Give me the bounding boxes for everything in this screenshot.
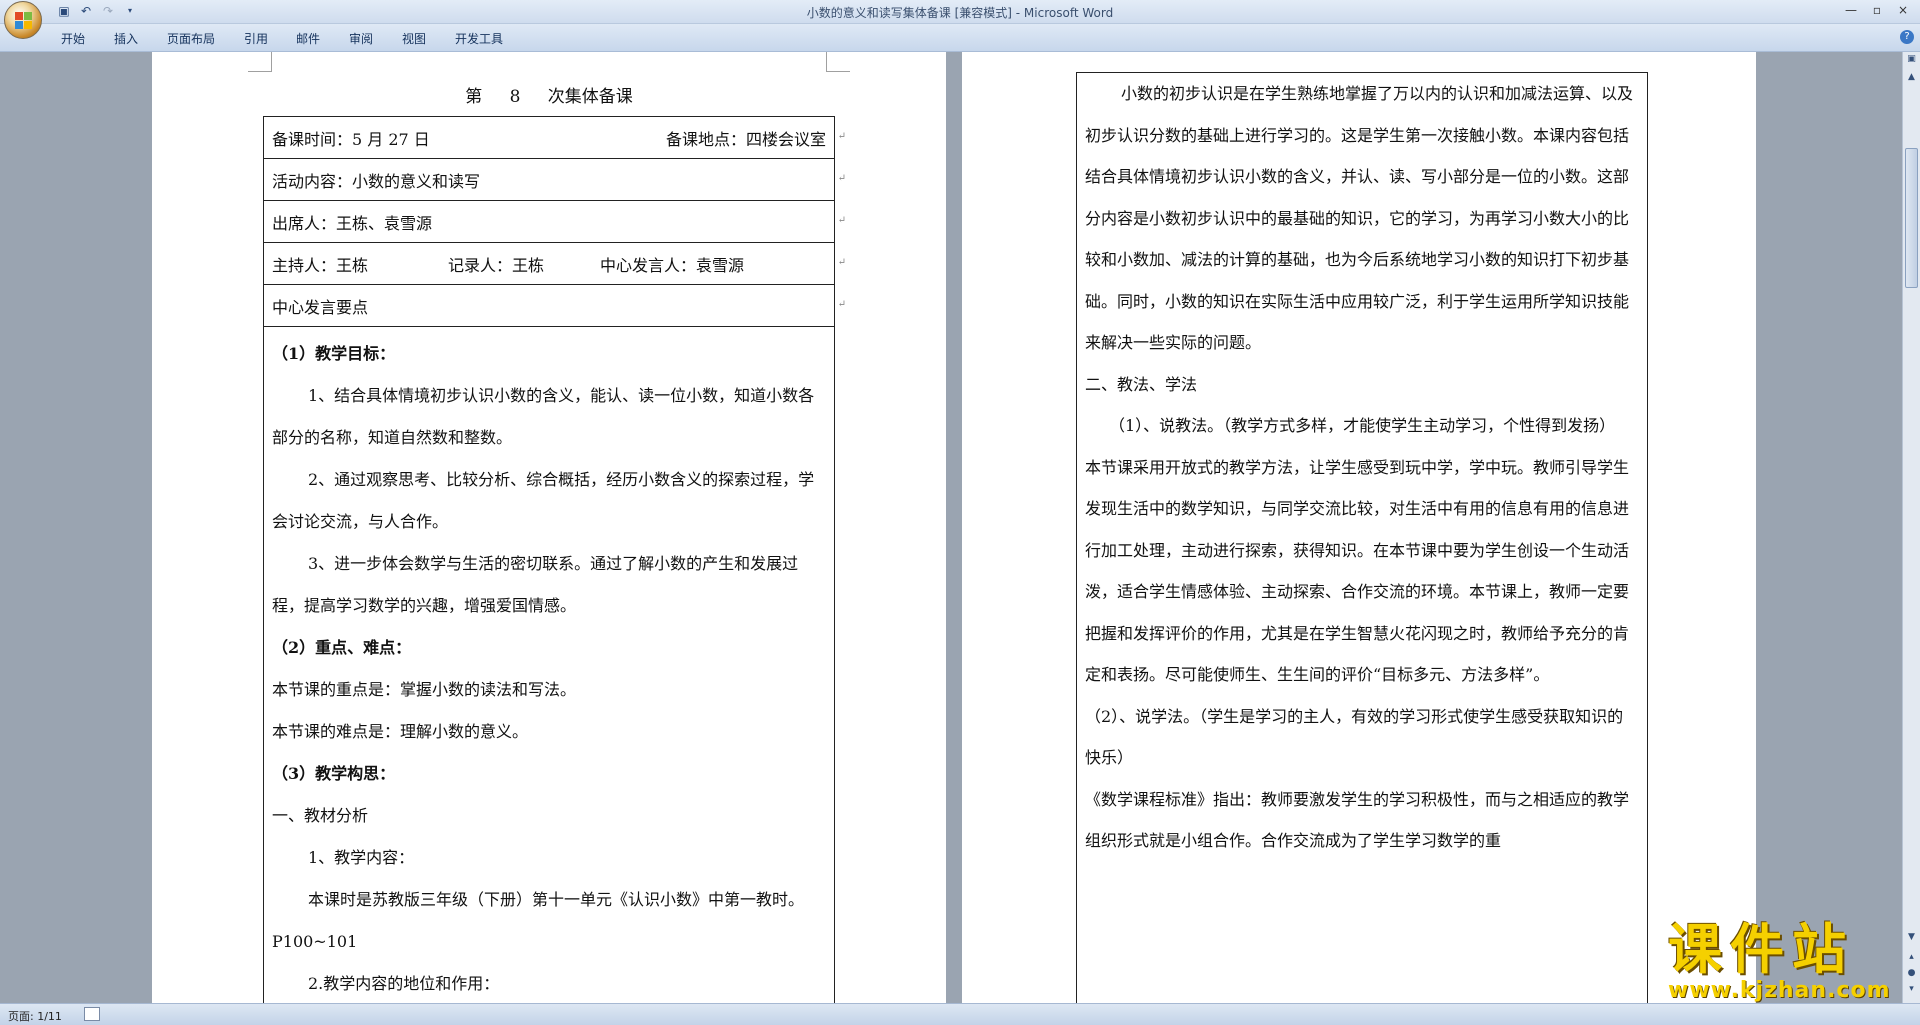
paragraph: 1、教学内容： <box>308 848 415 867</box>
scroll-down-icon[interactable]: ▼ <box>1905 932 1918 946</box>
status-bar: 页面: 1/11 <box>0 1003 1920 1025</box>
document-page-right[interactable]: 小数的初步认识是在学生熟练地掌握了万以内的认识和加减法运算、以及初步认识分数的基… <box>962 52 1756 1003</box>
prep-time: 备课时间：5 月 27 日 <box>272 129 430 149</box>
kjzhan-watermark: 课件站 www.kjzhan.com <box>1668 920 1904 1002</box>
vertical-scrollbar[interactable]: ▣ ▲ ▼ ▴ ● ▾ <box>1902 52 1920 1003</box>
title-bar: ▣ ↶ ↷ ▾ 小数的意义和读写集体备课 [兼容模式] - Microsoft … <box>0 0 1920 24</box>
paragraph: 二、教法、学法 <box>1085 374 1198 394</box>
attendees: 出席人：王栋、袁雪源 <box>272 213 433 233</box>
section-heading: （2）重点、难点： <box>272 638 412 657</box>
central-speaker: 中心发言人：袁雪源 <box>600 255 745 275</box>
tab-view[interactable]: 视图 <box>402 30 426 47</box>
minimize-button[interactable]: — <box>1838 0 1864 20</box>
scroll-up-icon[interactable]: ▲ <box>1905 72 1918 86</box>
page-indicator[interactable]: 页面: 1/11 <box>8 1008 62 1024</box>
section-heading: （3）教学构思： <box>272 764 396 783</box>
table-cell: 小数的初步认识是在学生熟练地掌握了万以内的认识和加减法运算、以及初步认识分数的基… <box>1077 73 1647 862</box>
paragraph: 本节课的重点是：掌握小数的读法和写法。 <box>272 680 577 699</box>
margin-corner-mark <box>826 52 850 72</box>
prep-place: 备课地点：四楼会议室 <box>665 129 826 149</box>
watermark-name: 课件站 <box>1668 918 1854 981</box>
activity-content: 活动内容：小数的意义和读写 <box>272 171 481 191</box>
tab-developer[interactable]: 开发工具 <box>455 30 503 47</box>
document-page-left[interactable]: 第 8 次集体备课 备课时间：5 月 27 日 备课地点：四楼会议室 ↵ 活动内… <box>152 52 946 1003</box>
help-icon[interactable]: ? <box>1900 30 1914 44</box>
office-logo-icon <box>15 12 33 30</box>
ribbon-tabs: 开始 插入 页面布局 引用 邮件 审阅 视图 开发工具 ? <box>0 24 1920 52</box>
previous-page-icon[interactable]: ▴ <box>1905 952 1918 966</box>
window-controls: — ▫ × <box>1838 0 1916 20</box>
lesson-table-continued: 小数的初步认识是在学生熟练地掌握了万以内的认识和加减法运算、以及初步认识分数的基… <box>1076 72 1648 1003</box>
paragraph: 本节课的难点是：理解小数的意义。 <box>272 722 529 741</box>
paragraph: 1、结合具体情境初步认识小数的含义，能认、读一位小数，知道小数各部分的名称，知道… <box>272 386 815 447</box>
restore-button[interactable]: ▫ <box>1864 0 1890 20</box>
next-page-icon[interactable]: ▾ <box>1905 984 1918 998</box>
close-button[interactable]: × <box>1890 0 1916 20</box>
page-heading: 第 8 次集体备课 <box>465 87 633 107</box>
key-points-label: 中心发言要点 <box>272 297 369 317</box>
office-button[interactable] <box>4 1 42 39</box>
tab-home[interactable]: 开始 <box>61 30 85 47</box>
table-row: 出席人：王栋、袁雪源 ↵ <box>264 201 846 243</box>
proofing-icon[interactable] <box>84 1007 100 1021</box>
tab-mailings[interactable]: 邮件 <box>296 30 320 47</box>
paragraph: 一、教材分析 <box>272 806 369 825</box>
table-row: 备课时间：5 月 27 日 备课地点：四楼会议室 ↵ <box>264 117 846 159</box>
watermark-url: www.kjzhan.com <box>1668 978 1891 1003</box>
section-heading: （1）教学目标： <box>272 344 396 363</box>
ruler-toggle-icon[interactable]: ▣ <box>1905 54 1918 68</box>
tab-review[interactable]: 审阅 <box>349 30 373 47</box>
paragraph: 小数的初步认识是在学生熟练地掌握了万以内的认识和加减法运算、以及初步认识分数的基… <box>1085 84 1634 352</box>
table-row: 中心发言要点 ↵ <box>264 285 846 327</box>
paragraph: 《数学课程标准》指出：教师要激发学生的学习积极性，而与之相适应的教学组织形式就是… <box>1085 789 1630 851</box>
table-row: 活动内容：小数的意义和读写 ↵ <box>264 159 846 201</box>
table-row: 主持人：王栋 记录人：王栋 中心发言人：袁雪源 ↵ <box>264 243 846 285</box>
margin-corner-mark <box>248 52 272 72</box>
host: 主持人：王栋 <box>272 255 369 275</box>
paragraph: 2、通过观察思考、比较分析、综合概括，经历小数含义的探索过程，学会讨论交流，与人… <box>272 470 815 531</box>
key-points-cell: （1）教学目标： 1、结合具体情境初步认识小数的含义，能认、读一位小数，知道小数… <box>264 327 834 1003</box>
tab-insert[interactable]: 插入 <box>114 30 138 47</box>
lesson-table: 备课时间：5 月 27 日 备课地点：四楼会议室 ↵ 活动内容：小数的意义和读写… <box>263 116 846 1003</box>
window-title: 小数的意义和读写集体备课 [兼容模式] - Microsoft Word <box>806 6 1114 20</box>
paragraph: 本节课采用开放式的教学方法，让学生感受到玩中学，学中玩。教师引导学生发现生活中的… <box>1085 457 1630 685</box>
paragraph: （2）、说学法。（学生是学习的主人，有效的学习形式使学生感受获取知识的快乐） <box>1085 706 1624 768</box>
tab-page-layout[interactable]: 页面布局 <box>167 30 215 47</box>
paragraph: 2.教学内容的地位和作用： <box>308 974 500 993</box>
tab-references[interactable]: 引用 <box>244 30 268 47</box>
paragraph: （1）、说教法。（教学方式多样，才能使学生主动学习，个性得到发扬） <box>1109 416 1616 435</box>
paragraph: 本课时是苏教版三年级（下册）第十一单元《认识小数》中第一教时。P100~101 <box>272 890 805 951</box>
paragraph: 3、进一步体会数学与生活的密切联系。通过了解小数的产生和发展过程，提高学习数学的… <box>272 554 799 615</box>
recorder: 记录人：王栋 <box>448 255 545 275</box>
scrollbar-thumb[interactable] <box>1905 148 1918 288</box>
browse-object-icon[interactable]: ● <box>1905 968 1918 982</box>
